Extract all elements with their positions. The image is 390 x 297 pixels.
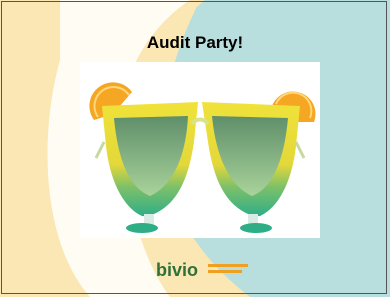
bivio-logo-icon: bivio [156,260,248,280]
party-glasses-icon [89,82,316,233]
left-base [126,223,158,233]
right-arm [294,141,306,159]
logo-tagline-line-2 [208,270,242,273]
left-arm [94,141,106,159]
logo-text: bivio [156,260,198,280]
logo-tagline-line-1 [208,264,248,267]
slide: Audit Party! bivio [0,0,390,297]
glasses-photo [80,62,320,238]
bridge [190,117,210,126]
right-base [240,223,272,233]
slide-title: Audit Party! [146,33,244,52]
